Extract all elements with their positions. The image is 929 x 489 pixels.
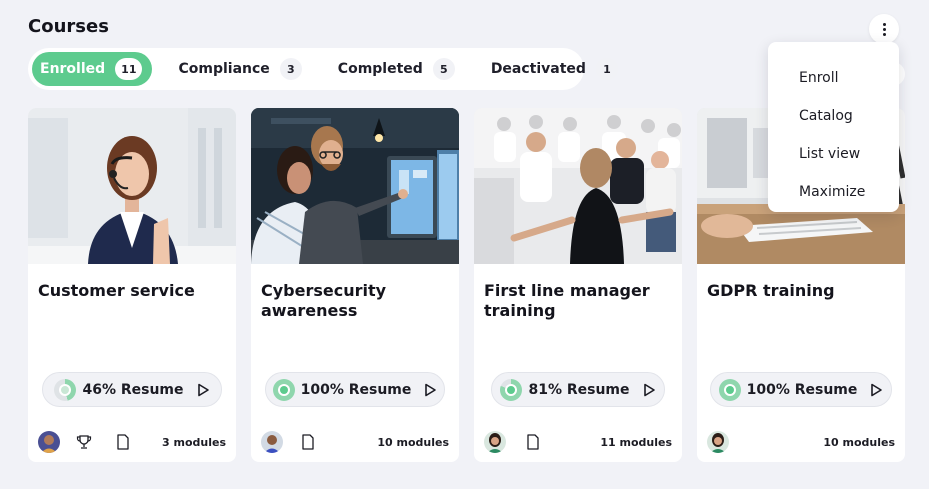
- avatar[interactable]: [707, 431, 729, 453]
- play-icon: [425, 383, 437, 396]
- options-dropdown-menu: Enroll Catalog List view Maximize: [768, 42, 899, 212]
- menu-item-list-view[interactable]: List view: [768, 135, 899, 173]
- tab-enrolled[interactable]: Enrolled 11: [32, 52, 153, 86]
- menu-item-enroll[interactable]: Enroll: [768, 59, 899, 97]
- avatar[interactable]: [261, 431, 283, 453]
- course-card-footer: 10 modules: [707, 430, 895, 454]
- tab-label: Completed: [337, 61, 423, 77]
- more-options-button[interactable]: [869, 14, 899, 44]
- menu-item-catalog[interactable]: Catalog: [768, 97, 899, 135]
- vertical-dots-icon: [882, 22, 886, 36]
- course-title: Cybersecurity awareness: [261, 281, 387, 320]
- course-tabs: Enrolled 11 Compliance 3 Completed 5 Dea…: [28, 48, 618, 90]
- course-title: Customer service: [38, 281, 195, 300]
- resume-button[interactable]: 81% Resume: [491, 372, 665, 407]
- trophy-icon: [76, 434, 92, 450]
- page-title: Courses: [28, 16, 109, 37]
- progress-ring-icon: [272, 378, 295, 401]
- avatar[interactable]: [484, 431, 506, 453]
- resume-button[interactable]: 46% Resume: [42, 372, 222, 407]
- resume-label: 46% Resume: [82, 381, 184, 398]
- tab-completed[interactable]: Completed 5: [330, 52, 465, 86]
- tab-label: Deactivated: [490, 61, 586, 77]
- progress-ring-icon: [500, 378, 523, 401]
- tab-label: Compliance: [178, 61, 270, 77]
- tab-count-badge: 5: [432, 58, 455, 80]
- module-count: 3 modules: [162, 435, 226, 449]
- course-thumbnail-image: [474, 108, 682, 264]
- course-thumbnail-image: [28, 108, 236, 264]
- module-count: 10 modules: [823, 435, 895, 449]
- course-card[interactable]: Cybersecurity awareness 100% Resume 10 m…: [251, 108, 459, 462]
- document-icon: [526, 434, 540, 450]
- course-card-footer: 10 modules: [261, 430, 449, 454]
- course-thumbnail-image: [251, 108, 459, 264]
- resume-label: 81% Resume: [528, 381, 630, 398]
- play-icon: [197, 383, 209, 396]
- tab-count-badge: 11: [115, 58, 143, 80]
- play-icon: [643, 383, 655, 396]
- course-card[interactable]: Customer service 46% Resume 3 modules: [28, 108, 236, 462]
- course-card-footer: 11 modules: [484, 430, 672, 454]
- tab-deactivated[interactable]: Deactivated 1: [483, 52, 628, 86]
- course-card[interactable]: First line manager training 81% Resume 1…: [474, 108, 682, 462]
- course-title: First line manager training: [484, 281, 650, 320]
- tab-label: Enrolled: [40, 61, 106, 77]
- progress-ring-icon: [54, 378, 77, 401]
- tab-count-badge: 3: [279, 58, 302, 80]
- resume-label: 100% Resume: [746, 381, 858, 398]
- document-icon: [116, 434, 130, 450]
- module-count: 10 modules: [377, 435, 449, 449]
- tab-compliance[interactable]: Compliance 3: [170, 52, 311, 86]
- resume-button[interactable]: 100% Resume: [265, 372, 445, 407]
- avatar[interactable]: [38, 431, 60, 453]
- course-title: GDPR training: [707, 281, 835, 300]
- tab-count-badge: 1: [595, 58, 618, 80]
- document-icon: [301, 434, 315, 450]
- resume-button[interactable]: 100% Resume: [710, 372, 892, 407]
- module-count: 11 modules: [600, 435, 672, 449]
- progress-ring-icon: [718, 378, 741, 401]
- menu-item-maximize[interactable]: Maximize: [768, 173, 899, 211]
- play-icon: [871, 383, 883, 396]
- course-card-footer: 3 modules: [38, 430, 226, 454]
- resume-label: 100% Resume: [300, 381, 412, 398]
